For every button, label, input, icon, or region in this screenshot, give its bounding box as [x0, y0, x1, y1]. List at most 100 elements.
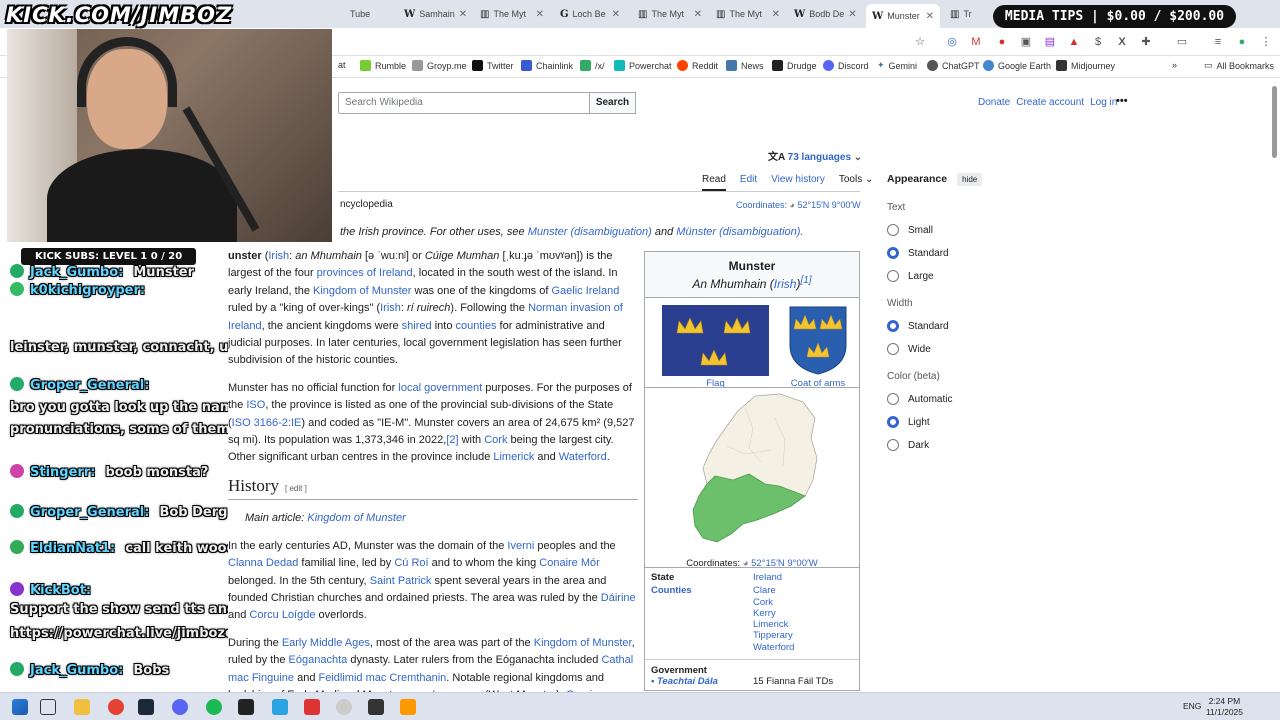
- bookmark-news[interactable]: News: [726, 60, 764, 71]
- article-link[interactable]: Saint Patrick: [370, 575, 432, 587]
- terminal-icon[interactable]: [238, 699, 254, 715]
- main-article-link[interactable]: Kingdom of Munster: [307, 512, 405, 524]
- article-link[interactable]: Conaire Mór: [539, 557, 600, 569]
- tab-search-icon[interactable]: ≡: [1210, 34, 1226, 50]
- coordinates-value[interactable]: 52°15′N 9°00′W: [751, 558, 818, 569]
- bookmark[interactable]: at: [338, 60, 346, 70]
- irish-link[interactable]: Irish: [774, 277, 797, 291]
- all-bookmarks[interactable]: ▭ All Bookmarks: [1204, 60, 1274, 71]
- bookmark-twitter[interactable]: Twitter: [472, 60, 514, 71]
- close-icon[interactable]: ✕: [612, 9, 620, 20]
- bookmark-chainlink[interactable]: Chainlink: [521, 60, 573, 71]
- gmail-icon[interactable]: M: [968, 34, 984, 50]
- article-link[interactable]: ISO: [246, 399, 265, 411]
- bookmark-groyp[interactable]: Groyp.me: [412, 60, 467, 71]
- bookmark-chatgpt[interactable]: ChatGPT: [927, 60, 980, 71]
- tab-bodb[interactable]: W Bodb De ✕: [788, 4, 862, 24]
- star-icon[interactable]: ☆: [912, 34, 928, 50]
- search-button[interactable]: Search: [589, 92, 636, 114]
- menu-icon[interactable]: ⋮: [1258, 34, 1274, 50]
- radio-button[interactable]: [887, 343, 899, 355]
- coordinates-value[interactable]: 52°15′N 9°00′W: [798, 200, 861, 210]
- hide-button[interactable]: hide: [957, 173, 983, 186]
- coordinates-label[interactable]: Coordinates:: [736, 200, 787, 210]
- cast-icon[interactable]: ▭: [1174, 34, 1190, 50]
- article-link[interactable]: Eóganachta: [289, 654, 348, 666]
- article-link[interactable]: Kingdom of Munster: [534, 637, 632, 649]
- article-link[interactable]: Waterford: [559, 451, 607, 463]
- radio-small[interactable]: Small: [887, 224, 982, 236]
- tab-edit[interactable]: Edit: [740, 174, 757, 191]
- close-icon[interactable]: ✕: [772, 9, 780, 20]
- profile-icon[interactable]: ●: [1234, 34, 1250, 50]
- telegram-icon[interactable]: [272, 699, 288, 715]
- adobe-icon[interactable]: [304, 699, 320, 715]
- tab-samhain[interactable]: W Samhain ✕: [398, 4, 466, 24]
- languages-button[interactable]: 文A 73 languages ⌄: [768, 148, 862, 163]
- x-icon[interactable]: X: [1114, 34, 1130, 50]
- windows-start-icon[interactable]: [12, 699, 28, 715]
- radio-standard[interactable]: Standard: [887, 320, 982, 332]
- discord-icon[interactable]: [172, 699, 188, 715]
- article-link[interactable]: Corcu Loígde: [249, 609, 315, 621]
- radio-wide[interactable]: Wide: [887, 343, 982, 355]
- create-account-link[interactable]: Create account: [1016, 97, 1084, 108]
- scrollbar-thumb[interactable]: [1272, 86, 1277, 158]
- radio-large[interactable]: Large: [887, 270, 982, 282]
- login-link[interactable]: Log in: [1090, 97, 1117, 108]
- article-link[interactable]: Dáirine: [601, 592, 636, 604]
- extension-icon[interactable]: ▣: [1018, 34, 1034, 50]
- article-link[interactable]: Irish: [380, 302, 401, 314]
- bookmark-google-earth[interactable]: Google Earth: [983, 60, 1051, 71]
- extension-icon[interactable]: $: [1090, 34, 1106, 50]
- close-icon[interactable]: ✕: [536, 9, 544, 20]
- close-icon[interactable]: ✕: [926, 11, 934, 22]
- counties-label[interactable]: Counties: [651, 585, 753, 653]
- reference-link[interactable]: [1]: [800, 275, 811, 286]
- article-link[interactable]: Irish: [268, 250, 289, 262]
- article-link[interactable]: Limerick: [493, 451, 534, 463]
- language-indicator[interactable]: ENG: [1183, 701, 1201, 711]
- edit-section-link[interactable]: [ edit ]: [285, 484, 307, 493]
- radio-button[interactable]: [887, 439, 899, 451]
- search-input[interactable]: Search Wikipedia: [338, 92, 590, 114]
- bookmark-gemini[interactable]: ✦ Gemini: [877, 60, 917, 71]
- bookmark-reddit[interactable]: Reddit: [677, 60, 718, 71]
- steam-icon[interactable]: [138, 699, 154, 715]
- radio-dark[interactable]: Dark: [887, 439, 982, 451]
- close-icon[interactable]: ✕: [694, 9, 702, 20]
- radio-button[interactable]: [887, 224, 899, 236]
- article-link[interactable]: shired: [402, 320, 432, 332]
- tab-history[interactable]: View history: [771, 174, 825, 191]
- extension-icon[interactable]: ▤: [1042, 34, 1058, 50]
- radio-button[interactable]: [887, 320, 899, 332]
- article-link[interactable]: Feidlimid mac Cremthanin: [319, 672, 447, 684]
- article-link[interactable]: provinces of Ireland: [317, 267, 413, 279]
- tab-munster[interactable]: W Munster ✕: [866, 4, 940, 28]
- article-link[interactable]: ISO 3166-2:IE: [232, 417, 302, 429]
- county-link[interactable]: Kerry: [753, 608, 776, 619]
- bookmark-x[interactable]: /x/: [580, 60, 605, 71]
- tab-last[interactable]: ▥ Tr: [944, 4, 988, 24]
- ireland-map-image[interactable]: [645, 388, 859, 548]
- task-view-icon[interactable]: [40, 699, 56, 715]
- extension-icon[interactable]: ◎: [944, 34, 960, 50]
- extension-icon[interactable]: ▲: [1066, 34, 1082, 50]
- bookmark-midjourney[interactable]: Midjourney: [1056, 60, 1115, 71]
- article-link[interactable]: local government: [398, 382, 482, 394]
- county-link[interactable]: Tipperary: [753, 630, 793, 641]
- spotify-icon[interactable]: [206, 699, 222, 715]
- radio-standard[interactable]: Standard: [887, 247, 982, 259]
- system-clock[interactable]: 2:24 PM 11/1/2025: [1206, 696, 1243, 718]
- app-icon[interactable]: [400, 699, 416, 715]
- file-explorer-icon[interactable]: [74, 699, 90, 715]
- hatnote-link[interactable]: Munster (disambiguation): [528, 226, 652, 238]
- article-link[interactable]: Iverni: [507, 540, 534, 552]
- county-link[interactable]: Limerick: [753, 619, 788, 630]
- flag-image[interactable]: [662, 305, 769, 376]
- tab-myth-3[interactable]: ▥ The Myt ✕: [710, 4, 786, 24]
- radio-light[interactable]: Light: [887, 416, 982, 428]
- hatnote-link[interactable]: Münster (disambiguation).: [676, 226, 803, 238]
- bookmark-powerchat[interactable]: Powerchat: [614, 60, 672, 71]
- radio-button[interactable]: [887, 270, 899, 282]
